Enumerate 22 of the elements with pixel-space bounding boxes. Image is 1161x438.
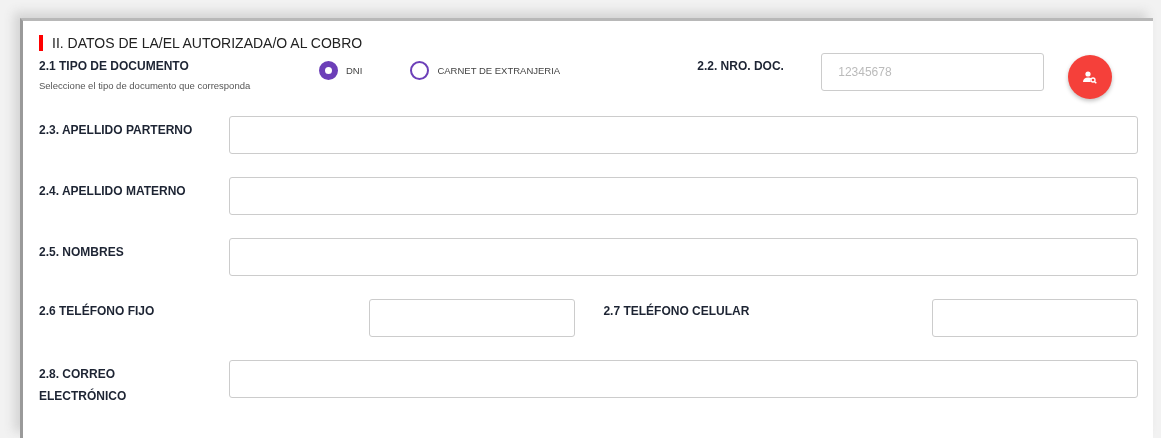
radio-button[interactable] (319, 61, 338, 80)
input-field[interactable] (229, 360, 1138, 398)
field-label: 2.2. NRO. DOC. (697, 58, 785, 75)
radio-button[interactable] (410, 61, 430, 80)
field-label: 2.3. APELLIDO PARTERNO (39, 122, 194, 139)
input-field[interactable] (368, 299, 575, 337)
field-label: 2.8. CORREO ELECTRÓNICO (39, 366, 128, 405)
field-label: 2.7 TELÉFONO CELULAR (603, 302, 751, 320)
radio-label: DNI (346, 64, 363, 78)
field-label: 2.4. APELLIDO MATERNO (39, 183, 187, 200)
radio-label: CARNET DE EXTRANJERIA (437, 64, 561, 78)
hint-text: Seleccione el tipo de documento que corresponda (39, 79, 252, 93)
field-label: 2.1 TIPO DE DOCUMENTO (39, 58, 190, 75)
input-field[interactable] (932, 299, 1138, 337)
field-label: 2.6 TELÉFONO FIJO (39, 302, 156, 320)
person-search-icon (1083, 70, 1098, 84)
input-field[interactable] (229, 116, 1138, 154)
doc-number-field[interactable]: 12345678 (821, 53, 1045, 91)
input-field[interactable] (229, 177, 1138, 215)
search-person-button[interactable] (1068, 55, 1113, 99)
field-label: 2.5. NOMBRES (39, 244, 125, 261)
input-field[interactable] (229, 238, 1138, 276)
